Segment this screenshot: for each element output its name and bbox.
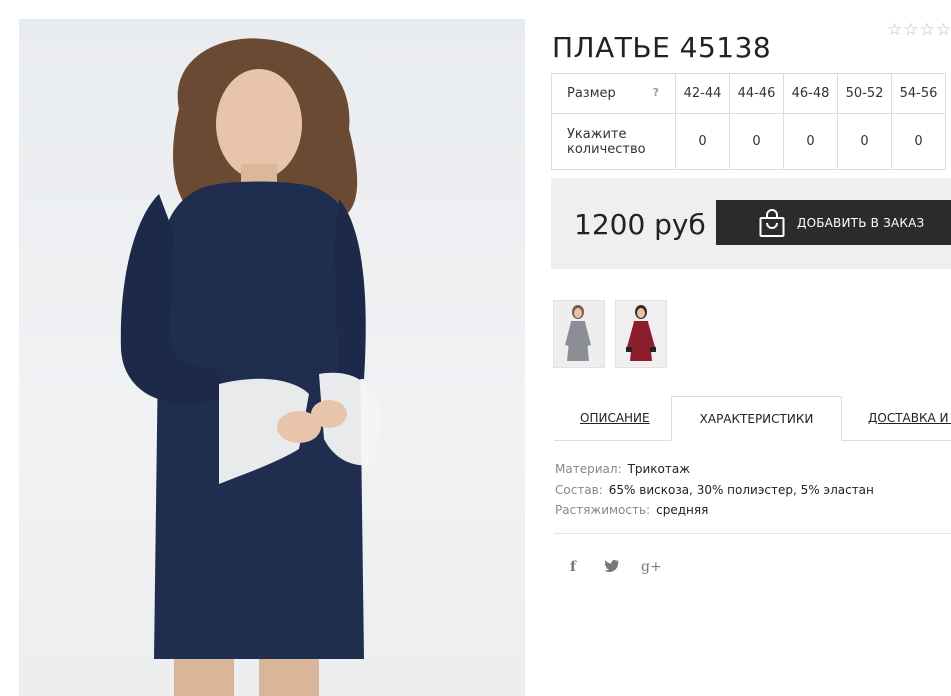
add-to-order-button[interactable]: ДОБАВИТЬ В ЗАКАЗ <box>716 200 951 245</box>
google-plus-icon[interactable]: g+ <box>641 559 662 575</box>
star-icon[interactable]: ☆ <box>903 20 918 40</box>
property-key: Растяжимость: <box>555 503 651 517</box>
quantity-input[interactable]: 0 <box>891 113 946 170</box>
tab-delivery[interactable]: ДОСТАВКА И С <box>868 411 951 425</box>
property-row: Растяжимость: средняя <box>555 500 874 521</box>
tab-characteristics[interactable]: ХАРАКТЕРИСТИКИ <box>671 396 842 441</box>
size-label-cell: Размер ? <box>551 73 676 114</box>
size-cell: 44-46 <box>729 73 784 114</box>
property-key: Материал: <box>555 462 622 476</box>
characteristics-list: Материал: Трикотаж Состав: 65% вискоза, 30… <box>555 459 874 521</box>
size-cell: 54-56 <box>891 73 946 114</box>
add-to-order-label: ДОБАВИТЬ В ЗАКАЗ <box>797 215 925 230</box>
property-row: Состав: 65% вискоза, 30% полиэстер, 5% эл… <box>555 480 874 501</box>
star-icon[interactable]: ☆ <box>936 20 951 40</box>
size-cell: 42-44 <box>675 73 730 114</box>
twitter-icon[interactable] <box>604 559 620 577</box>
product-title: ПЛАТЬЕ 45138 <box>552 30 772 64</box>
star-icon[interactable]: ☆ <box>887 20 902 40</box>
burgundy-dress-thumbnail[interactable] <box>615 300 667 368</box>
price-block: 1200 руб ДОБАВИТЬ В ЗАКАЗ <box>551 178 951 269</box>
size-cell: 50-52 <box>837 73 892 114</box>
property-value: Трикотаж <box>627 462 691 476</box>
shopping-bag-icon <box>759 208 785 238</box>
property-value: 65% вискоза, 30% полиэстер, 5% эластан <box>608 482 874 497</box>
price-value: 1200 руб <box>574 208 706 241</box>
property-row: Материал: Трикотаж <box>555 459 874 480</box>
size-quantity-table: Размер ? 42-44 44-46 46-48 50-52 54-56 У… <box>551 73 946 170</box>
grey-dress-thumbnail[interactable] <box>553 300 605 368</box>
model-in-navy-dress-illustration <box>120 38 381 696</box>
property-value: средняя <box>656 503 709 517</box>
quantity-label-line1: Укажите <box>567 126 627 142</box>
size-cell: 46-48 <box>783 73 838 114</box>
quantity-input[interactable]: 0 <box>837 113 892 170</box>
property-key: Состав: <box>555 482 603 497</box>
quantity-label-line2: количество <box>567 141 646 157</box>
quantity-input[interactable]: 0 <box>783 113 838 170</box>
section-divider <box>554 533 951 534</box>
quantity-label-cell: Укажите количество <box>551 113 676 170</box>
main-product-photo[interactable] <box>19 19 525 696</box>
size-label: Размер <box>567 86 616 101</box>
star-icon[interactable]: ☆ <box>920 20 935 40</box>
tab-description[interactable]: ОПИСАНИЕ <box>580 411 650 425</box>
help-icon[interactable]: ? <box>653 86 659 99</box>
facebook-icon[interactable]: f <box>570 559 576 575</box>
quantity-input[interactable]: 0 <box>675 113 730 170</box>
rating-stars[interactable]: ☆☆☆☆ <box>887 20 951 40</box>
quantity-input[interactable]: 0 <box>729 113 784 170</box>
